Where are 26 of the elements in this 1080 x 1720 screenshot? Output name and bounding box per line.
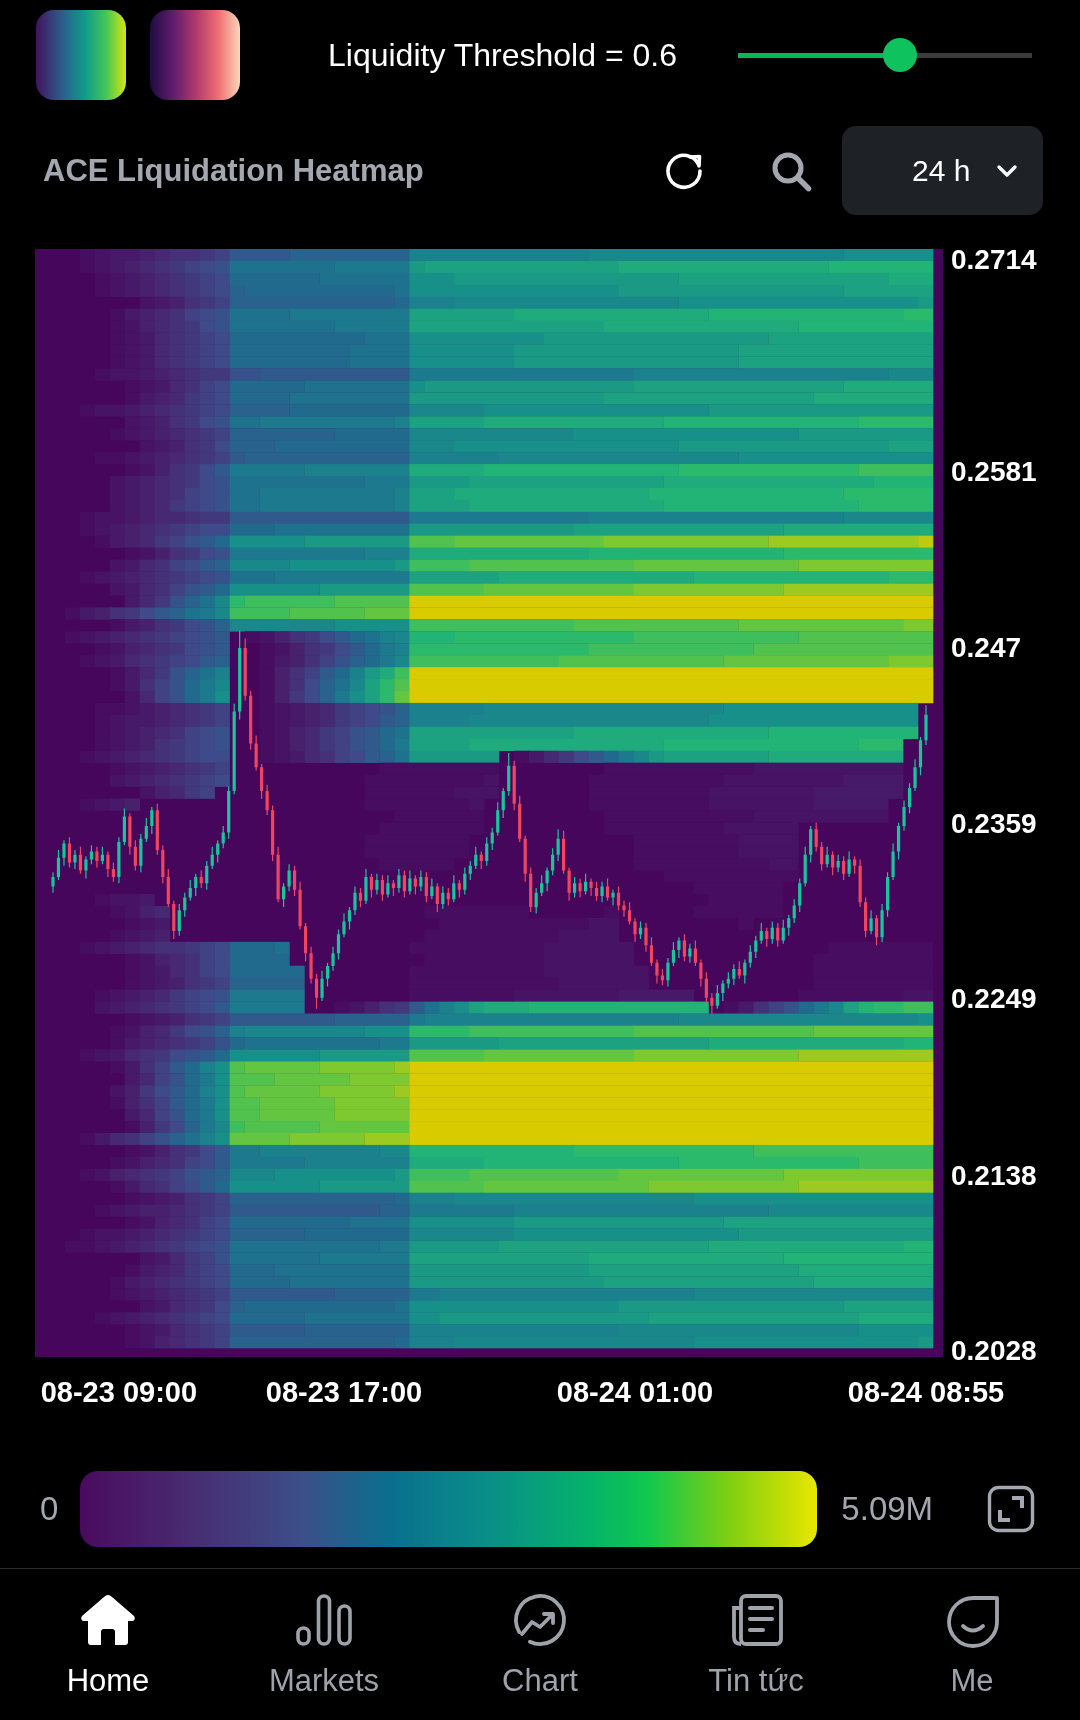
price-label: 0.2359 — [951, 807, 1037, 842]
nav-tab[interactable]: Home — [0, 1569, 216, 1720]
time-label: 08-23 17:00 — [265, 1374, 423, 1410]
time-label: 08-23 09:00 — [40, 1374, 198, 1410]
price-label: 0.2138 — [951, 1158, 1037, 1193]
price-label: 0.2581 — [951, 454, 1037, 489]
time-label: 08-24 08:55 — [847, 1374, 1005, 1410]
threshold-label: Liquidity Threshold = 0.6 — [328, 35, 677, 75]
price-label: 0.2028 — [951, 1333, 1037, 1368]
gradient-swatch-icon[interactable] — [36, 10, 126, 100]
scale-max-label: 5.09M — [841, 1489, 934, 1529]
price-label: 0.247 — [951, 631, 1022, 665]
slider-thumb[interactable] — [882, 38, 917, 72]
nav-tab[interactable]: Me — [864, 1569, 1080, 1720]
nav-tab[interactable]: Chart — [432, 1569, 648, 1720]
nav-tab[interactable]: Markets — [216, 1569, 432, 1720]
expand-icon[interactable] — [987, 1485, 1035, 1533]
chart-title: ACE Liquidation Heatmap — [43, 151, 424, 190]
nav-tab[interactable]: Tin tức — [648, 1569, 864, 1720]
chevron-down-icon — [996, 163, 1019, 178]
range-dropdown[interactable]: 24 h — [842, 126, 1043, 215]
scale-min-label: 0 — [40, 1489, 59, 1529]
time-label: 08-24 01:00 — [556, 1374, 714, 1410]
gradient-swatch-icon[interactable] — [150, 10, 240, 100]
price-label: 0.2249 — [951, 982, 1037, 1017]
price-label: 0.2714 — [951, 243, 1037, 277]
